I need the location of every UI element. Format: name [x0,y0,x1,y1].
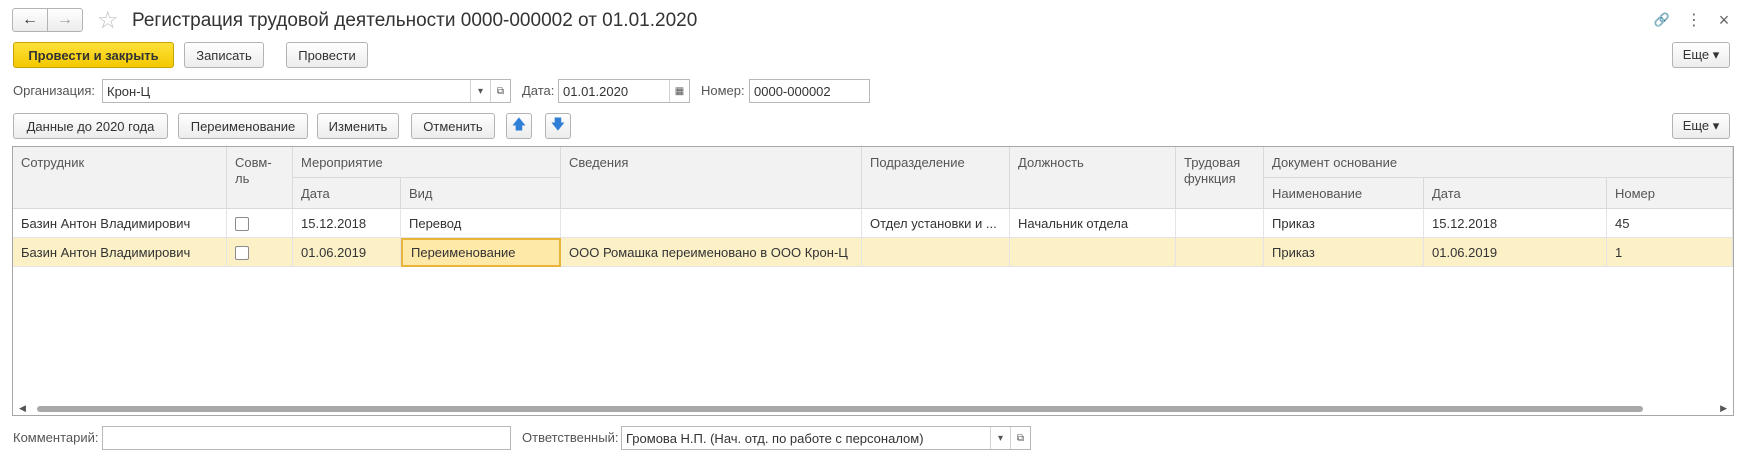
cell-info: ООО Ромашка переименовано в ООО Крон-Ц [561,238,862,267]
combo-checkbox[interactable] [235,245,249,260]
cell-basis-date: 01.06.2019 [1424,238,1607,267]
open-icon[interactable]: ⧉ [490,80,510,102]
horizontal-scrollbar[interactable]: ◀ ▶ [13,401,1733,415]
header-event-kind[interactable]: Вид [401,178,561,209]
back-button[interactable]: ← [12,8,48,32]
labor-activity-table[interactable]: Сотрудник Совм-ль Мероприятие Дата Вид С… [12,146,1734,416]
change-button[interactable]: Изменить [317,113,399,139]
table-row[interactable]: Базин Антон Владимирович 15.12.2018 Пере… [13,209,1733,238]
table-row-selected[interactable]: Базин Антон Владимирович 01.06.2019 Пере… [13,238,1733,267]
cell-event-date: 15.12.2018 [293,209,401,238]
comment-field[interactable] [102,426,511,450]
move-up-button[interactable]: 🡅 [506,113,532,139]
responsible-label: Ответственный: [522,430,619,445]
cell-combo [227,238,293,267]
header-labor-function[interactable]: Трудовая функция [1176,147,1264,209]
calendar-icon[interactable]: ▦ [669,80,689,102]
forward-button[interactable]: → [47,8,83,32]
responsible-value: Громова Н.П. (Нач. отд. по работе с перс… [626,430,924,446]
number-label: Номер: [701,83,745,98]
number-field[interactable]: 0000-000002 [749,79,870,103]
cell-basis-date: 15.12.2018 [1424,209,1607,238]
header-event[interactable]: Мероприятие [293,147,561,178]
cell-employee: Базин Антон Владимирович [13,209,227,238]
header-employee[interactable]: Сотрудник [13,147,227,209]
header-basis-name[interactable]: Наименование [1264,178,1424,209]
number-value: 0000-000002 [754,83,831,99]
scroll-left-icon[interactable]: ◀ [19,403,26,414]
post-button[interactable]: Провести [286,42,368,68]
cell-department: Отдел установки и ... [862,209,1010,238]
rename-button[interactable]: Переименование [178,113,308,139]
move-down-button[interactable]: 🡇 [545,113,571,139]
chevron-down-icon[interactable]: ▾ [990,427,1010,449]
header-basis-date[interactable]: Дата [1424,178,1607,209]
header-event-date[interactable]: Дата [293,178,401,209]
header-combo[interactable]: Совм-ль [227,147,293,209]
cell-department [862,238,1010,267]
cell-position: Начальник отдела [1010,209,1176,238]
header-department[interactable]: Подразделение [862,147,1010,209]
more-vertical-icon[interactable]: ⋮ [1684,10,1704,30]
link-icon[interactable]: 🔗 [1652,10,1672,30]
header-position[interactable]: Должность [1010,147,1176,209]
cancel-button[interactable]: Отменить [411,113,495,139]
cell-labor-function [1176,238,1264,267]
organization-field[interactable]: Крон-Ц ▾ ⧉ [102,79,511,103]
cell-event-kind: Перевод [401,209,561,238]
scroll-right-icon[interactable]: ▶ [1720,403,1727,414]
comment-label: Комментарий: [13,430,99,445]
more-menu-button[interactable]: Еще ▾ [1672,42,1730,68]
header-info[interactable]: Сведения [561,147,862,209]
arrow-down-icon: 🡇 [550,116,566,132]
data-before-2020-button[interactable]: Данные до 2020 года [13,113,168,139]
close-icon[interactable]: × [1714,10,1734,30]
cell-combo [227,209,293,238]
favorite-star-icon[interactable]: ☆ [97,6,119,35]
post-and-close-button[interactable]: Провести и закрыть [13,42,174,68]
window-title: Регистрация трудовой деятельности 0000-0… [132,10,698,31]
chevron-down-icon[interactable]: ▾ [470,80,490,102]
cell-basis-name: Приказ [1264,209,1424,238]
table-header: Сотрудник Совм-ль Мероприятие Дата Вид С… [13,147,1733,209]
cell-employee: Базин Антон Владимирович [13,238,227,267]
date-value: 01.01.2020 [563,83,629,99]
cell-position [1010,238,1176,267]
save-button[interactable]: Записать [184,42,264,68]
header-basis[interactable]: Документ основание [1264,147,1733,178]
cell-event-kind-focused[interactable]: Переименование [401,238,561,267]
cell-event-date: 01.06.2019 [293,238,401,267]
cell-labor-function [1176,209,1264,238]
arrow-up-icon: 🡅 [511,116,527,132]
date-field[interactable]: 01.01.2020 ▦ [558,79,690,103]
organization-label: Организация: [13,83,96,98]
cell-basis-number: 1 [1607,238,1733,267]
table-more-menu-button[interactable]: Еще ▾ [1672,113,1730,139]
open-icon[interactable]: ⧉ [1010,427,1030,449]
cell-basis-name: Приказ [1264,238,1424,267]
date-label: Дата: [522,83,555,98]
combo-checkbox[interactable] [235,216,249,231]
scrollbar-thumb[interactable] [37,406,1643,412]
responsible-field[interactable]: Громова Н.П. (Нач. отд. по работе с перс… [621,426,1031,450]
cell-basis-number: 45 [1607,209,1733,238]
organization-value: Крон-Ц [107,83,151,99]
cell-info [561,209,862,238]
header-basis-number[interactable]: Номер [1607,178,1733,209]
